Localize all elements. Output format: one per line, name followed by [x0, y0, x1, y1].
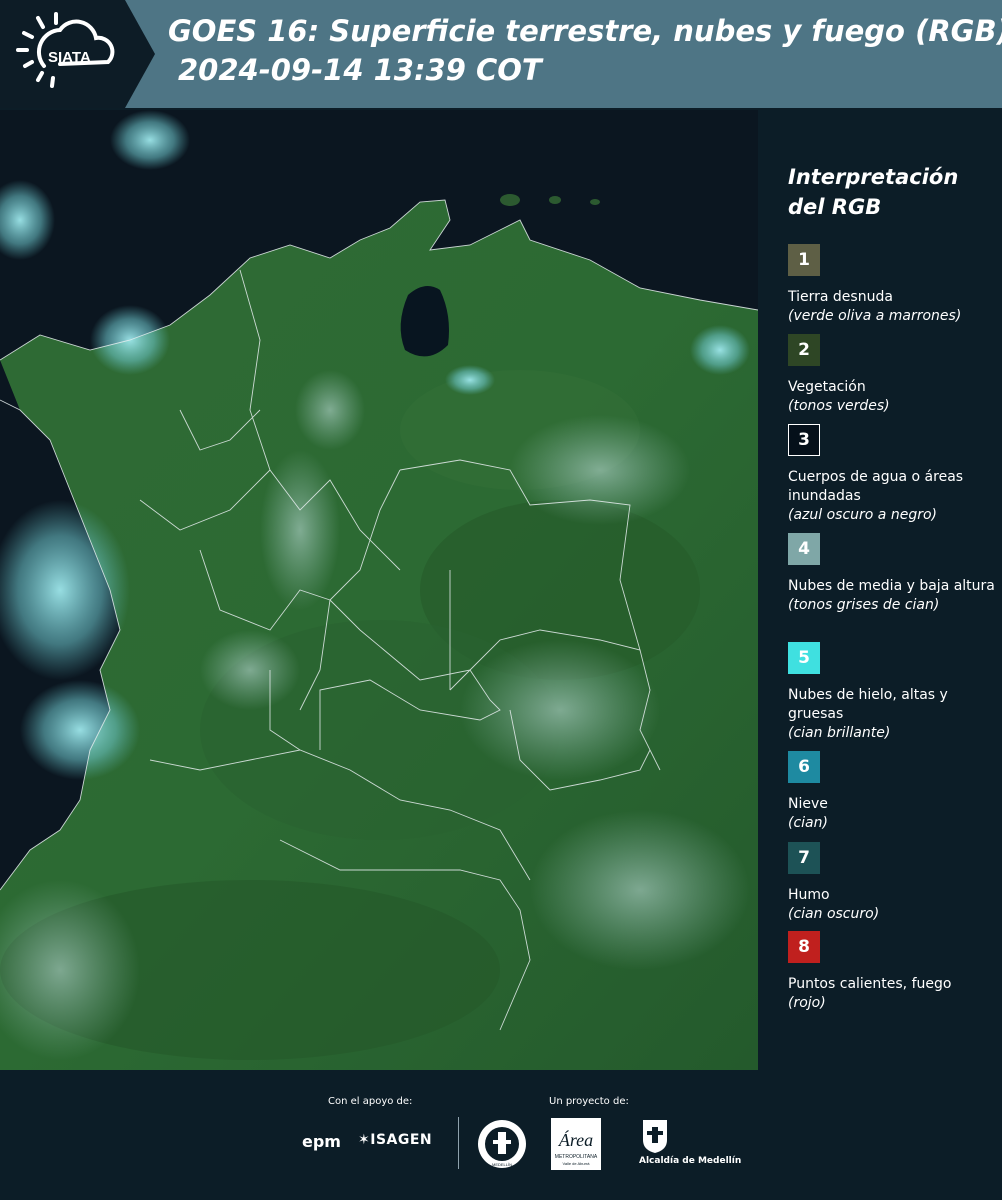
legend-swatch: 8	[788, 931, 820, 963]
epm-mark: epm	[302, 1132, 341, 1151]
legend-label: Nubes de hielo, altas y gruesas	[788, 687, 948, 722]
siata-logo-icon: SIATA	[0, 0, 155, 108]
legend-label: Humo	[788, 887, 830, 903]
legend-label: Nubes de media y baja altura	[788, 578, 995, 594]
footer-divider	[458, 1117, 459, 1169]
legend-swatch: 2	[788, 334, 820, 366]
legend-item-low-clouds: 4 Nubes de media y baja altura (tonos gr…	[788, 533, 998, 615]
page-title: GOES 16: Superficie terrestre, nubes y f…	[168, 14, 1002, 48]
area-metropolitana-logo[interactable]: Área METROPOLITANA Valle de Aburrá	[551, 1118, 601, 1170]
legend-swatch: 5	[788, 642, 820, 674]
legend-item-smoke: 7 Humo (cian oscuro)	[788, 842, 998, 924]
isagen-mark: ISAGEN	[370, 1132, 433, 1148]
legend-item-bare-soil: 1 Tierra desnuda (verde oliva a marrones…	[788, 244, 998, 326]
svg-text:Área: Área	[558, 1129, 593, 1150]
alcaldia-shield-icon[interactable]	[640, 1118, 670, 1154]
legend-item-water: 3 Cuerpos de agua o áreas inundadas (azu…	[788, 424, 998, 525]
satellite-map[interactable]	[0, 110, 758, 1070]
legend-hint: (cian oscuro)	[788, 906, 880, 922]
medellin-seal-icon[interactable]: MEDELLÍN	[476, 1118, 528, 1170]
legend-label: Cuerpos de agua o áreas inundadas	[788, 469, 964, 504]
svg-text:SIATA: SIATA	[48, 49, 91, 66]
legend-item-fire: 8 Puntos calientes, fuego (rojo)	[788, 931, 998, 1013]
legend-swatch: 6	[788, 751, 820, 783]
legend-hint: (verde oliva a marrones)	[788, 308, 962, 324]
timestamp: 2024-09-14 13:39 COT	[178, 53, 542, 87]
svg-text:Valle de Aburrá: Valle de Aburrá	[562, 1161, 590, 1166]
legend-panel: Interpretación del RGB 1 Tierra desnuda …	[762, 108, 1002, 1070]
legend-hint: (rojo)	[788, 995, 826, 1011]
legend-title: Interpretación del RGB	[788, 165, 959, 219]
legend-label: Vegetación	[788, 379, 866, 395]
legend-item-snow: 6 Nieve (cian)	[788, 751, 998, 833]
isagen-logo[interactable]: ✶ISAGEN	[358, 1132, 432, 1148]
svg-text:METROPOLITANA: METROPOLITANA	[555, 1154, 598, 1160]
legend-label: Puntos calientes, fuego	[788, 976, 952, 992]
legend-swatch: 1	[788, 244, 820, 276]
goes-rgb-image	[0, 110, 758, 1070]
legend-hint: (tonos verdes)	[788, 398, 890, 414]
legend-item-ice-clouds: 5 Nubes de hielo, altas y gruesas (cian …	[788, 642, 998, 743]
epm-logo[interactable]: epm	[302, 1132, 341, 1151]
legend-label: Tierra desnuda	[788, 289, 893, 305]
header-bar: SIATA GOES 16: Superficie terrestre, nub…	[0, 0, 1002, 108]
legend-swatch: 7	[788, 842, 820, 874]
legend-hint: (azul oscuro a negro)	[788, 507, 937, 523]
footer: Con el apoyo de: Un proyecto de: epm ✶IS…	[0, 1070, 1002, 1200]
legend-item-vegetation: 2 Vegetación (tonos verdes)	[788, 334, 998, 416]
legend-swatch: 3	[788, 424, 820, 456]
legend-hint: (tonos grises de cian)	[788, 597, 940, 613]
legend-hint: (cian brillante)	[788, 725, 891, 741]
siata-logo[interactable]: SIATA	[0, 0, 155, 108]
svg-text:MEDELLÍN: MEDELLÍN	[492, 1162, 512, 1167]
legend-label: Nieve	[788, 796, 828, 812]
legend-hint: (cian)	[788, 815, 828, 831]
project-label: Un proyecto de:	[549, 1096, 629, 1107]
isagen-star-icon: ✶	[358, 1132, 371, 1148]
support-label: Con el apoyo de:	[328, 1096, 413, 1107]
alcaldia-medellin-label: Alcaldía de Medellín	[639, 1156, 742, 1166]
legend-swatch: 4	[788, 533, 820, 565]
